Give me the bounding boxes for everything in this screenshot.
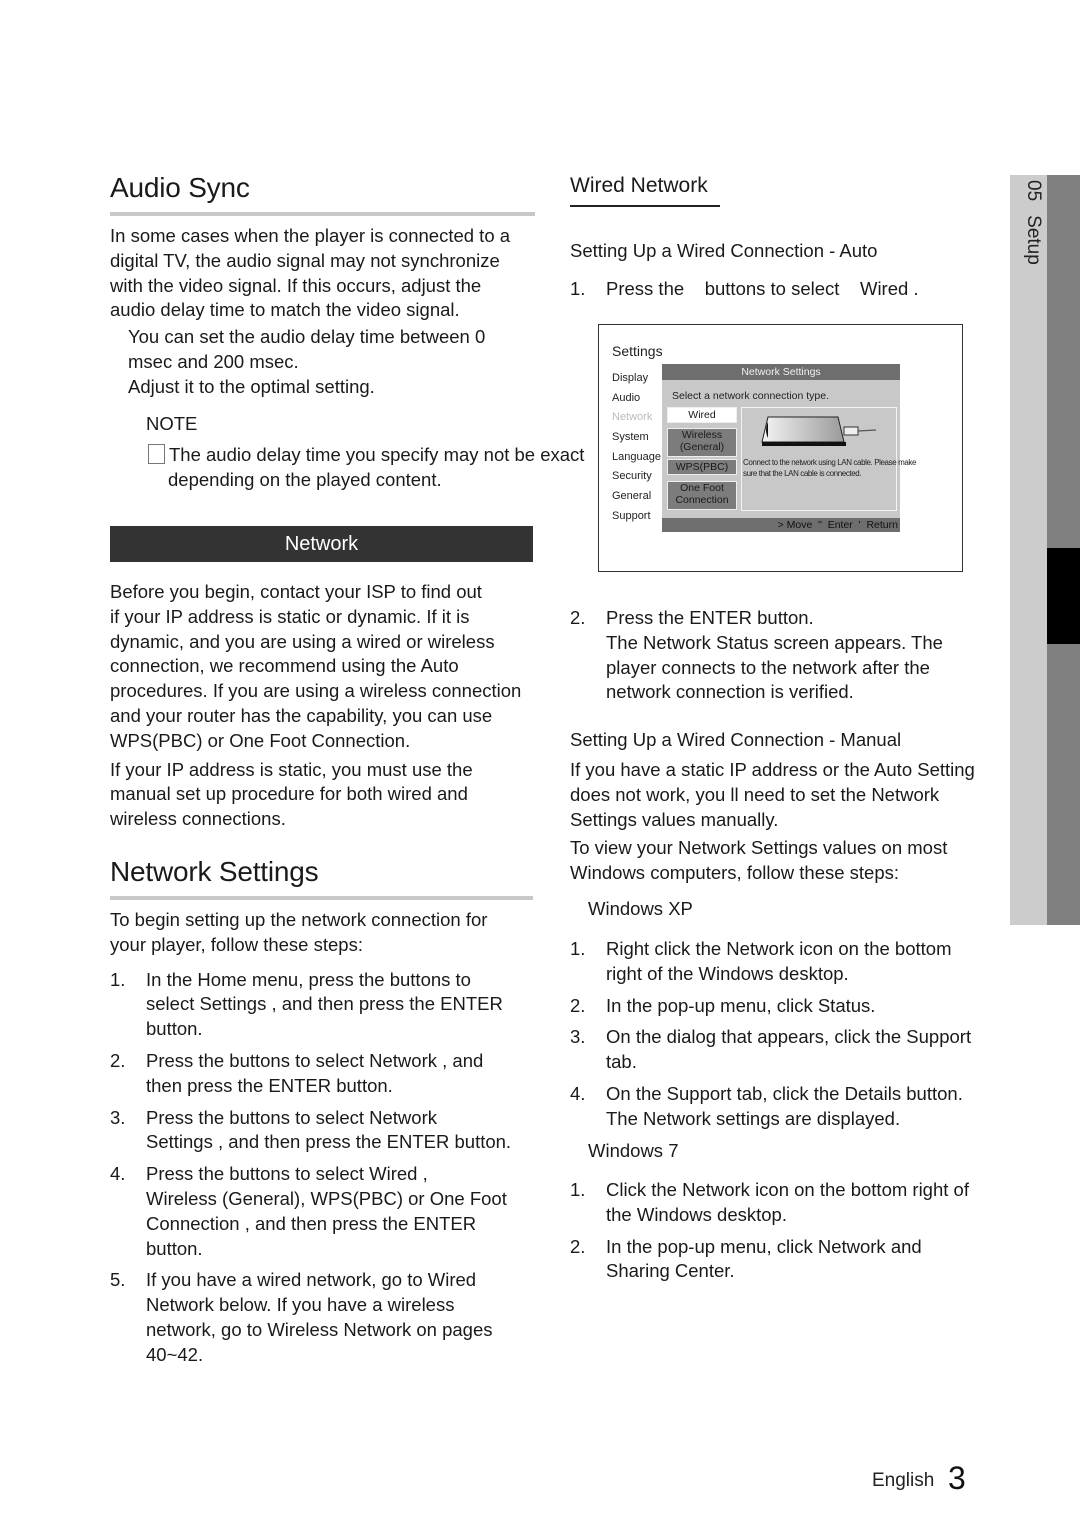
list-item: 4. Press the buttons to select Wired , Wir… <box>110 1163 507 1259</box>
list-item: 3. Press the buttons to select Network Set… <box>110 1106 512 1153</box>
info-text: Connect to the network using LAN cable. … <box>743 458 917 478</box>
manual-para-2: To view your Network Settings values on … <box>570 837 948 884</box>
option-wps-pbc: WPS(PBC) <box>667 459 737 475</box>
note-checkbox-icon <box>148 444 165 465</box>
menu-item-language: Language <box>612 451 661 463</box>
screen-title: Settings <box>612 343 663 359</box>
manual-heading: Setting Up a Wired Connection - Manual <box>570 729 902 750</box>
list-item: 2. In the pop-up menu, click Status. <box>570 994 876 1016</box>
option-wireless-general: Wireless (General) <box>667 428 737 457</box>
network-settings-steps: 1. In the Home menu, press the buttons to… <box>110 968 550 1368</box>
section-title-network-settings: Network Settings <box>110 856 319 887</box>
list-item: 2. Press the ENTER button. The Network Sta… <box>570 607 943 703</box>
audio-sync-section: Audio Sync In some cases when the player… <box>110 172 584 493</box>
menu-item-security: Security <box>612 470 652 482</box>
windows-xp-steps: 1. Right click the Network icon on the bo… <box>570 937 1010 1139</box>
note-label: NOTE <box>146 412 198 434</box>
windows-7-steps: 1. Click the Network icon on the bottom r… <box>570 1178 1010 1291</box>
page-number: 3 <box>948 1460 966 1496</box>
list-item: 1. In the Home menu, press the buttons to… <box>110 968 503 1040</box>
list-item: 1. Click the Network icon on the bottom r… <box>570 1179 969 1225</box>
dialog-prompt: Select a network connection type. <box>672 390 830 402</box>
manual-section: If you have a static IP address or the A… <box>570 758 1010 886</box>
menu-item-display: Display <box>612 372 649 384</box>
network-bar-heading: Network <box>110 526 533 562</box>
network-para-1: Before you begin, contact your ISP to fi… <box>110 581 522 751</box>
list-item: 2. Press the buttons to select Network , … <box>110 1049 484 1096</box>
list-item: 2. In the pop-up menu, click Network and S… <box>570 1235 922 1282</box>
network-intro: Before you begin, contact your ISP to fi… <box>110 580 550 832</box>
list-item: 1. Right click the Network icon on the bo… <box>570 938 952 984</box>
chapter-tab-marker <box>1047 548 1080 644</box>
audio-sync-bullets: You can set the audio delay time between… <box>128 326 486 397</box>
dialog-footer: > Move " Enter ' Return <box>662 518 900 532</box>
menu-item-system: System <box>612 431 649 443</box>
auto-step-2: 2. Press the ENTER button. The Network Sta… <box>570 606 1010 712</box>
option-wired: Wired <box>667 407 737 423</box>
menu-item-support: Support <box>612 510 651 522</box>
network-settings-section: Network Settings To begin setting up the… <box>110 856 550 1375</box>
network-para-2: If your IP address is static, you must u… <box>110 758 473 830</box>
heading-underline <box>570 205 720 207</box>
chapter-label: 05Setup <box>1023 180 1044 265</box>
player-with-lan-cable-icon <box>761 416 877 446</box>
option-one-foot-connection: One Foot Connection <box>667 481 737 510</box>
auto-step-1: 1. Press the buttons to select Wired . <box>570 278 919 299</box>
menu-item-audio: Audio <box>612 392 641 404</box>
section-title-audio-sync: Audio Sync <box>110 172 250 203</box>
menu-item-general: General <box>612 490 652 502</box>
audio-sync-intro: In some cases when the player is connect… <box>110 225 511 321</box>
windows-xp-label: Windows XP <box>588 898 693 919</box>
network-settings-intro: To begin setting up the network connecti… <box>110 909 488 955</box>
menu-item-network: Network <box>612 411 653 423</box>
list-item: 4. On the Support tab, click the Details … <box>570 1082 963 1129</box>
auto-heading: Setting Up a Wired Connection - Auto <box>570 240 878 261</box>
title-rule <box>110 896 533 900</box>
list-item: 3. On the dialog that appears, click the … <box>570 1026 972 1073</box>
list-item: 5. If you have a wired network, go to Wir… <box>110 1269 493 1365</box>
windows-7-label: Windows 7 <box>588 1140 679 1161</box>
manual-para-1: If you have a static IP address or the A… <box>570 759 975 830</box>
wired-network-heading: Wired Network <box>570 174 720 207</box>
dialog-title: Network Settings <box>662 364 900 380</box>
note-text: The audio delay time you specify may not… <box>110 443 584 493</box>
title-rule <box>110 212 535 216</box>
footer-language: English <box>872 1470 935 1491</box>
